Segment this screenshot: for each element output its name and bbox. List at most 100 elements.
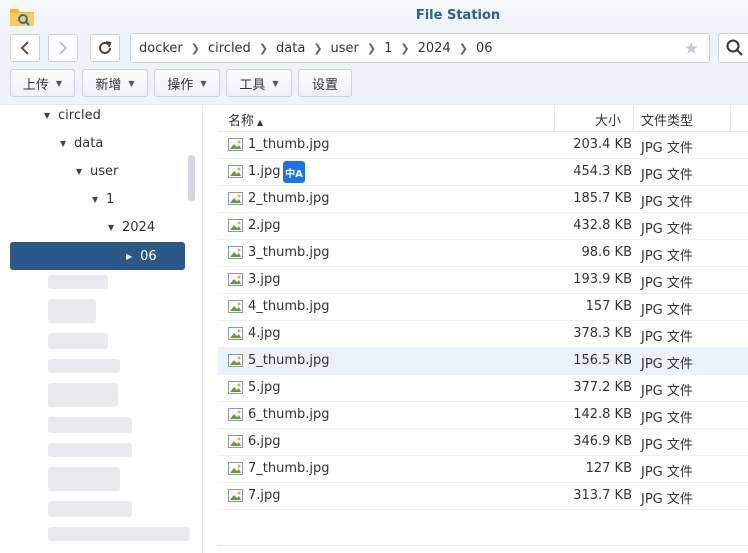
- translate-icon[interactable]: 中A: [283, 161, 305, 183]
- tree-item-1[interactable]: ▼ 1: [92, 186, 114, 212]
- expand-arrow-icon[interactable]: ▼: [60, 139, 74, 148]
- action-toolbar: 上传 ▼ 新增 ▼ 操作 ▼ 工具 ▼ 设置: [0, 68, 748, 104]
- file-row[interactable]: 1.jpg 中A 454.3 KB JPG 文件: [218, 159, 748, 186]
- image-file-icon: [228, 381, 243, 394]
- breadcrumb-item[interactable]: circled: [208, 41, 251, 56]
- tree-label: 2024: [122, 219, 156, 235]
- app-title: File Station: [415, 8, 501, 23]
- expand-arrow-icon[interactable]: ▼: [108, 223, 122, 232]
- file-size: 377.2 KB: [573, 380, 632, 395]
- file-size: 127 KB: [585, 461, 632, 476]
- tree-item-06-selected[interactable]: ▶ 06: [10, 242, 185, 270]
- file-row[interactable]: 5_thumb.jpg 156.5 KB JPG 文件: [218, 348, 748, 375]
- forward-button[interactable]: [48, 34, 78, 62]
- file-type: JPG 文件: [641, 303, 693, 318]
- redacted-item: [48, 467, 120, 491]
- file-name: 2_thumb.jpg: [248, 191, 330, 206]
- column-size-header[interactable]: 大小: [554, 105, 634, 132]
- file-row[interactable]: 2.jpg 432.8 KB JPG 文件: [218, 213, 748, 240]
- redacted-item: [48, 333, 108, 349]
- star-icon[interactable]: ★: [684, 39, 699, 59]
- breadcrumb-separator-icon: ❯: [258, 41, 269, 55]
- path-bar[interactable]: docker ❯ circled ❯ data ❯ user ❯ 1 ❯ 202…: [130, 33, 710, 63]
- create-button[interactable]: 新增 ▼: [82, 69, 148, 97]
- tree-item-user[interactable]: ▼ user: [76, 158, 118, 184]
- column-divider: [730, 105, 731, 132]
- file-name: 3.jpg: [248, 272, 281, 287]
- breadcrumb-item[interactable]: docker: [139, 41, 183, 56]
- expand-arrow-icon[interactable]: ▼: [76, 167, 90, 176]
- caret-down-icon: ▼: [128, 78, 135, 88]
- breadcrumb-item[interactable]: data: [276, 41, 305, 56]
- breadcrumb-separator-icon: ❯: [400, 41, 410, 55]
- breadcrumb-item[interactable]: 06: [476, 41, 493, 56]
- breadcrumb-item[interactable]: 2024: [418, 41, 451, 56]
- file-row[interactable]: 7_thumb.jpg 127 KB JPG 文件: [218, 456, 748, 483]
- column-name-header[interactable]: 名称 ▲: [228, 110, 263, 129]
- tree-label: circled: [58, 107, 101, 123]
- tree-label: user: [90, 163, 119, 179]
- file-row[interactable]: 5.jpg 377.2 KB JPG 文件: [218, 375, 748, 402]
- column-size-label: 大小: [594, 114, 621, 129]
- file-size: 346.9 KB: [573, 434, 632, 449]
- redacted-item: [48, 527, 190, 541]
- tree-item-2024[interactable]: ▼ 2024: [108, 214, 155, 240]
- search-button[interactable]: [718, 33, 748, 63]
- file-size: 98.6 KB: [581, 245, 632, 260]
- breadcrumb-item[interactable]: 1: [384, 41, 392, 56]
- file-type: JPG 文件: [641, 411, 693, 426]
- caret-down-icon: ▼: [55, 78, 63, 88]
- file-row[interactable]: 1_thumb.jpg 203.4 KB JPG 文件: [218, 132, 748, 159]
- expand-arrow-icon[interactable]: ▼: [92, 195, 106, 204]
- file-row[interactable]: 6.jpg 346.9 KB JPG 文件: [218, 429, 748, 456]
- search-icon: [726, 39, 743, 56]
- file-type: JPG 文件: [641, 276, 693, 291]
- file-name: 4.jpg: [248, 326, 281, 341]
- file-type: JPG 文件: [641, 492, 693, 507]
- column-name-label: 名称: [228, 114, 255, 129]
- file-row[interactable]: 3.jpg 193.9 KB JPG 文件: [218, 267, 748, 294]
- file-type: JPG 文件: [641, 465, 693, 480]
- create-label: 新增: [95, 77, 122, 93]
- expand-arrow-icon[interactable]: ▼: [44, 111, 58, 120]
- tools-label: 工具: [239, 77, 266, 93]
- refresh-button[interactable]: [90, 34, 120, 62]
- sidebar-scrollbar[interactable]: [188, 155, 195, 201]
- file-row[interactable]: 6_thumb.jpg 142.8 KB JPG 文件: [218, 402, 748, 429]
- collapsed-arrow-icon[interactable]: ▶: [126, 252, 132, 261]
- tree-item-circled[interactable]: ▼ circled: [44, 102, 101, 128]
- file-row[interactable]: 2_thumb.jpg 185.7 KB JPG 文件: [218, 186, 748, 213]
- file-type: JPG 文件: [641, 195, 693, 210]
- breadcrumb-separator-icon: ❯: [190, 41, 200, 55]
- file-row[interactable]: 4.jpg 378.3 KB JPG 文件: [218, 321, 748, 348]
- redacted-item: [48, 383, 118, 407]
- settings-button[interactable]: 设置: [298, 69, 352, 97]
- caret-down-icon: ▼: [272, 78, 279, 88]
- file-row[interactable]: 4_thumb.jpg 157 KB JPG 文件: [218, 294, 748, 321]
- back-button[interactable]: [10, 34, 40, 62]
- file-name: 7_thumb.jpg: [248, 461, 330, 476]
- navigation-bar: docker ❯ circled ❯ data ❯ user ❯ 1 ❯ 202…: [0, 32, 748, 68]
- file-name: 1_thumb.jpg: [248, 137, 330, 152]
- upload-button[interactable]: 上传 ▼: [10, 69, 75, 97]
- image-file-icon: [228, 354, 243, 367]
- breadcrumb-separator-icon: ❯: [313, 41, 323, 55]
- image-file-icon: [228, 138, 243, 151]
- redacted-item: [48, 299, 96, 323]
- sort-ascending-icon: ▲: [257, 118, 264, 127]
- column-type-header[interactable]: 文件类型: [641, 110, 693, 129]
- file-row[interactable]: 3_thumb.jpg 98.6 KB JPG 文件: [218, 240, 748, 267]
- file-name: 6.jpg: [248, 434, 281, 449]
- tools-button[interactable]: 工具 ▼: [226, 69, 292, 97]
- file-row[interactable]: 7.jpg 313.7 KB JPG 文件: [218, 483, 748, 510]
- tree-item-data[interactable]: ▼ data: [60, 130, 103, 156]
- action-button[interactable]: 操作 ▼: [154, 69, 220, 97]
- tree-label: 06: [140, 248, 157, 264]
- caret-down-icon: ▼: [200, 78, 207, 88]
- breadcrumb-item[interactable]: user: [331, 41, 359, 56]
- file-list: 名称 ▲ 大小 文件类型 1_thumb.jpg 203.4 KB JPG 文件 1.j…: [218, 105, 748, 553]
- image-file-icon: [228, 489, 243, 502]
- redacted-item: [48, 443, 132, 457]
- file-size: 432.8 KB: [573, 218, 632, 233]
- file-type: JPG 文件: [641, 330, 693, 345]
